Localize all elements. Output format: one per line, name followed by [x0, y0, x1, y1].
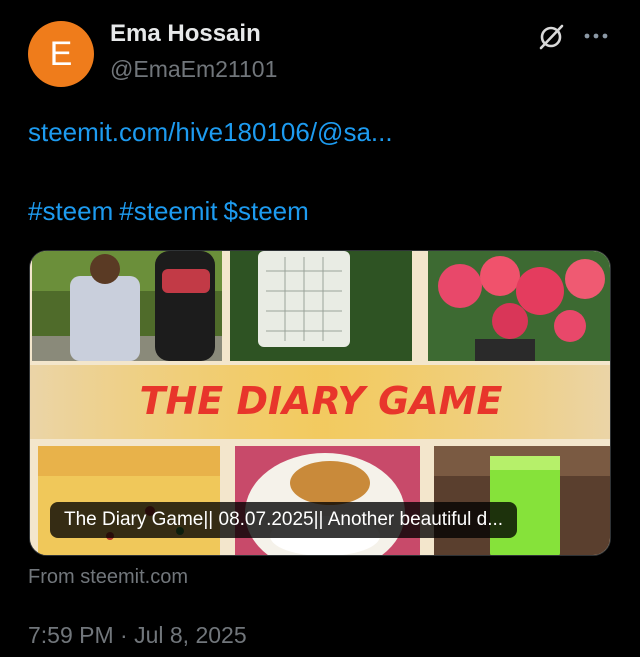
photo-rice-plate [235, 446, 420, 555]
link-preview-card[interactable]: THE DIARY GAME The Diary Game|| 08.07.20… [29, 250, 611, 556]
banner: THE DIARY GAME [30, 365, 610, 439]
post-link[interactable]: steemit.com/hive180106/@sa... [28, 117, 393, 148]
banner-title: THE DIARY GAME [140, 379, 503, 423]
photo-flowers [428, 251, 610, 361]
grok-icon[interactable] [536, 22, 566, 52]
photo-alphabet-chart [230, 251, 412, 361]
avatar[interactable]: E [28, 21, 94, 87]
cashtag-steem[interactable]: $steem [224, 196, 309, 226]
card-source[interactable]: From steemit.com [28, 566, 188, 589]
photo-children [32, 251, 222, 361]
more-icon[interactable] [582, 24, 610, 48]
hashtags: #steem #steemit $steem [28, 196, 315, 227]
author-name[interactable]: Ema Hossain [110, 20, 261, 48]
photo-cake [38, 446, 220, 555]
photo-green-drink [434, 446, 610, 555]
author-handle[interactable]: @EmaEm21101 [110, 56, 277, 83]
hashtag-steem[interactable]: #steem [28, 196, 113, 226]
post-timestamp[interactable]: 7:59 PM · Jul 8, 2025 [28, 622, 247, 649]
card-caption[interactable]: The Diary Game|| 08.07.2025|| Another be… [50, 502, 518, 538]
hashtag-steemit[interactable]: #steemit [119, 196, 217, 226]
